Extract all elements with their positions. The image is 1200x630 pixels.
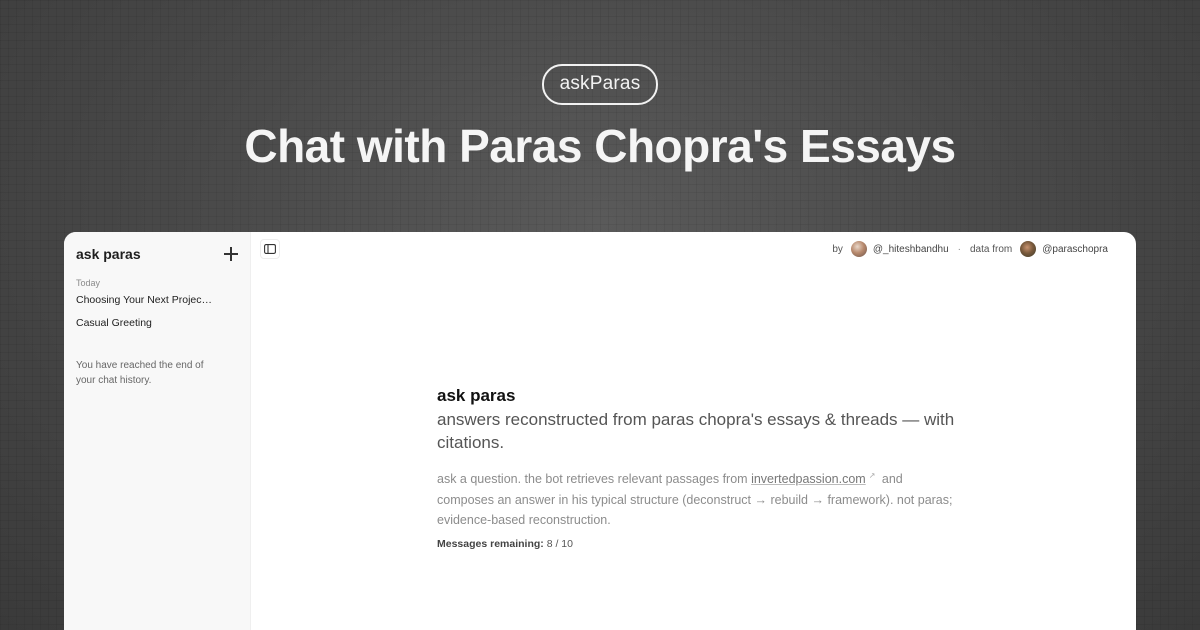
messages-remaining: Messages remaining: 8 / 10 xyxy=(437,538,957,550)
source-site-link[interactable]: invertedpassion.com xyxy=(751,472,866,486)
brand-pill: askParas xyxy=(541,64,659,105)
main-panel: by @_hiteshbandhu · data from @paraschop… xyxy=(251,232,1136,630)
author-link[interactable]: @_hiteshbandhu xyxy=(873,244,949,255)
source-link[interactable]: @paraschopra xyxy=(1042,244,1108,255)
hero: askParas Chat with Paras Chopra's Essays xyxy=(0,64,1200,173)
credits-bar: by @_hiteshbandhu · data from @paraschop… xyxy=(832,240,1108,258)
intro-description: ask a question. the bot retrieves releva… xyxy=(437,466,957,531)
separator: · xyxy=(957,243,961,255)
intro-subtitle: answers reconstructed from paras chopra'… xyxy=(437,410,955,452)
sidebar-toggle-icon xyxy=(264,244,276,254)
data-from-label: data from xyxy=(970,243,1013,255)
description-text: ask a question. the bot retrieves releva… xyxy=(437,472,752,487)
intro-block: ask paras answers reconstructed from par… xyxy=(437,386,957,550)
external-link-icon: ↗ xyxy=(868,471,876,480)
source-avatar xyxy=(1020,241,1037,257)
by-label: by xyxy=(832,243,843,255)
sidebar-toggle-button[interactable] xyxy=(260,239,280,259)
sidebar-header: ask paras xyxy=(64,232,250,266)
end-of-history-note: You have reached the end of your chat hi… xyxy=(76,360,204,386)
messages-remaining-label: Messages remaining: xyxy=(437,537,544,550)
hero-title: Chat with Paras Chopra's Essays xyxy=(244,120,956,172)
intro-title: ask paras xyxy=(437,386,516,405)
chat-history-item[interactable]: Choosing Your Next Project: T... xyxy=(64,294,224,306)
messages-remaining-value: 8 / 10 xyxy=(546,537,573,550)
sidebar: ask paras Today Choosing Your Next Proje… xyxy=(64,232,251,630)
app-name: ask paras xyxy=(76,246,141,262)
chat-history-item[interactable]: Casual Greeting xyxy=(64,317,224,329)
app-window: ask paras Today Choosing Your Next Proje… xyxy=(64,232,1136,630)
plus-icon[interactable] xyxy=(224,247,238,261)
section-label-today: Today xyxy=(76,278,101,288)
author-avatar xyxy=(850,241,867,257)
